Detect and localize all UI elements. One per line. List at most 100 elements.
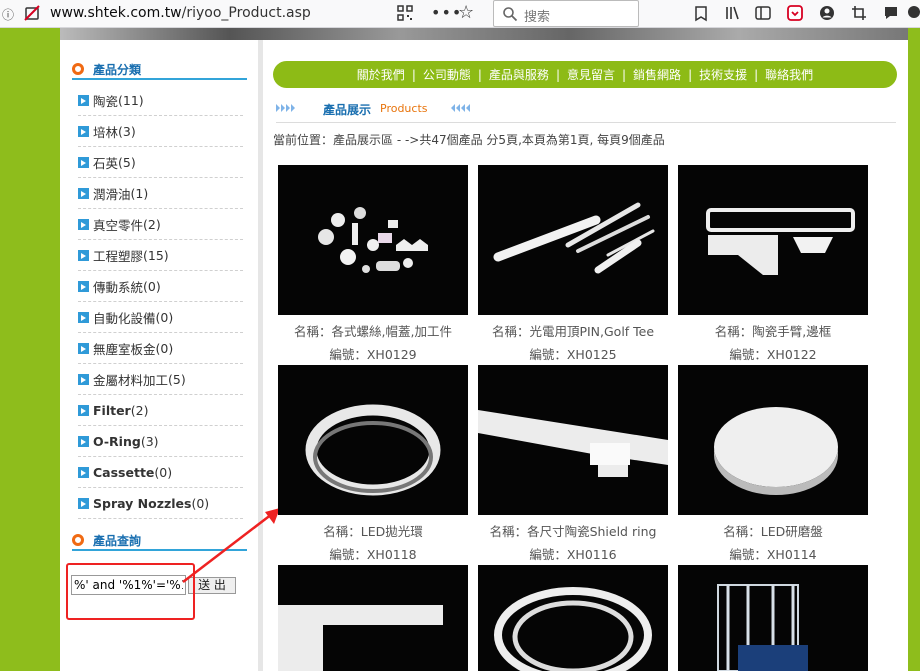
product-name[interactable]: 名稱：LED拋光環 — [278, 521, 468, 540]
category-label[interactable]: 傳動系統 — [93, 277, 143, 296]
category-item[interactable]: 金屬材料加工 (5) — [78, 364, 243, 395]
category-count: (0) — [155, 309, 174, 325]
category-item[interactable]: 自動化設備 (0) — [78, 302, 243, 333]
category-label[interactable]: Cassette — [93, 465, 154, 480]
category-label[interactable]: 潤滑油 — [93, 184, 131, 203]
arrow-bullet-icon — [78, 280, 89, 292]
category-item[interactable]: 傳動系統 (0) — [78, 271, 243, 302]
product-card[interactable]: 名稱：LED拋光環 編號：XH0118 — [278, 365, 468, 563]
product-card[interactable]: 名稱：各式螺絲,帽蓋,加工件 編號：XH0129 — [278, 165, 468, 363]
category-count: (5) — [168, 371, 186, 387]
right-margin — [908, 28, 920, 671]
category-item[interactable]: 陶瓷 (11) — [78, 85, 243, 116]
library-icon[interactable] — [724, 4, 742, 22]
screenshot-crop-icon[interactable] — [850, 4, 868, 22]
nav-about[interactable]: 關於我們 — [357, 66, 405, 83]
product-image[interactable] — [678, 365, 868, 515]
product-card[interactable]: 名稱：光電用頂PIN,Golf Tee 編號：XH0125 — [478, 165, 668, 363]
arrow-bullet-icon — [78, 404, 89, 416]
url-bar[interactable]: www.shtek.com.tw/riyoo_Product.asp — [50, 5, 311, 21]
bookmark-star-icon[interactable]: ☆ — [458, 2, 474, 23]
product-code: 編號：XH0114 — [729, 547, 817, 562]
product-image[interactable] — [278, 565, 468, 671]
category-item[interactable]: 工程塑膠 (15) — [78, 240, 243, 271]
account-icon[interactable] — [818, 4, 836, 22]
category-item[interactable]: 真空零件 (2) — [78, 209, 243, 240]
product-image[interactable] — [478, 365, 668, 515]
pocket-save-icon[interactable] — [692, 4, 710, 22]
product-card[interactable] — [278, 565, 468, 671]
category-label[interactable]: O-Ring — [93, 434, 141, 449]
info-icon[interactable]: ⓘ — [2, 6, 16, 22]
categories-title: 產品分類 — [93, 63, 142, 77]
nav-contact[interactable]: 聯絡我們 — [765, 66, 813, 83]
product-name[interactable]: 名稱：各式螺絲,帽蓋,加工件 — [278, 321, 468, 340]
nav-news[interactable]: 公司動態 — [423, 66, 471, 83]
product-image[interactable] — [678, 565, 868, 671]
category-item[interactable]: O-Ring (3) — [78, 426, 243, 457]
category-count: (5) — [118, 154, 136, 170]
pocket-icon[interactable] — [786, 4, 804, 22]
nav-separator: | — [555, 67, 560, 82]
browser-search-box[interactable]: 搜索 — [493, 0, 639, 27]
product-image[interactable] — [278, 165, 468, 315]
category-label[interactable]: 工程塑膠 — [93, 246, 143, 265]
category-label[interactable]: 石英 — [93, 153, 118, 172]
product-image[interactable] — [478, 565, 668, 671]
category-label[interactable]: 自動化設備 — [93, 308, 156, 327]
grinding-disc-image — [714, 407, 838, 495]
annotation-arrow-icon — [182, 508, 280, 583]
product-code: 編號：XH0125 — [529, 347, 617, 362]
product-name[interactable]: 名稱：光電用頂PIN,Golf Tee — [478, 321, 668, 340]
category-label[interactable]: 真空零件 — [93, 215, 143, 234]
category-item[interactable]: 培林 (3) — [78, 116, 243, 147]
banner-image — [60, 28, 908, 40]
product-name[interactable]: 名稱：LED研磨盤 — [678, 521, 868, 540]
product-card[interactable]: 名稱：各尺寸陶瓷Shield ring 編號：XH0116 — [478, 365, 668, 563]
product-card[interactable] — [678, 565, 868, 671]
arrow-bullet-icon — [78, 342, 89, 354]
product-card[interactable]: 名稱：LED研磨盤 編號：XH0114 — [678, 365, 868, 563]
category-count: (3) — [118, 123, 136, 139]
product-card[interactable] — [478, 565, 668, 671]
polishing-ring-image — [305, 404, 441, 496]
blocked-permission-icon[interactable] — [23, 4, 41, 22]
location-breadcrumb: 當前位置：產品展示區 - ->共47個產品 分5頁,本頁為第1頁, 每頁9個產品 — [273, 133, 665, 147]
product-name[interactable]: 名稱：各尺寸陶瓷Shield ring — [478, 521, 668, 540]
sidebar-icon[interactable] — [754, 4, 772, 22]
category-label[interactable]: 無塵室板金 — [93, 339, 156, 358]
nav-separator: | — [477, 67, 482, 82]
nav-support[interactable]: 技術支援 — [699, 66, 747, 83]
nav-feedback[interactable]: 意見留言 — [567, 66, 615, 83]
product-image[interactable] — [478, 165, 668, 315]
arrow-bullet-icon — [78, 466, 89, 478]
chat-icon[interactable] — [882, 4, 900, 22]
search-placeholder: 搜索 — [524, 10, 551, 25]
category-label[interactable]: 陶瓷 — [93, 91, 118, 110]
category-item[interactable]: Filter (2) — [78, 395, 243, 426]
nav-products[interactable]: 產品與服務 — [489, 66, 549, 83]
nav-separator: | — [754, 67, 759, 82]
category-item[interactable]: Cassette (0) — [78, 457, 243, 488]
overflow-menu-icon[interactable] — [906, 4, 920, 22]
product-code: 編號：XH0129 — [329, 347, 417, 362]
category-label[interactable]: Spray Nozzles — [93, 496, 191, 511]
product-image[interactable] — [678, 165, 868, 315]
product-card[interactable]: 名稱：陶瓷手臂,邊框 編號：XH0122 — [678, 165, 868, 363]
ceramic-pins-image — [493, 202, 655, 274]
main-nav: 關於我們 | 公司動態 | 產品與服務 | 意見留言 | 銷售網路 | 技術支援 | 聯絡我… — [273, 61, 897, 88]
category-label[interactable]: 培林 — [93, 122, 118, 141]
category-item[interactable]: 潤滑油 (1) — [78, 178, 243, 209]
category-label[interactable]: 金屬材料加工 — [93, 370, 168, 389]
product-image[interactable] — [278, 365, 468, 515]
product-name[interactable]: 名稱：陶瓷手臂,邊框 — [678, 321, 868, 340]
category-item[interactable]: 無塵室板金 (0) — [78, 333, 243, 364]
url-path: /riyoo_Product.asp — [181, 5, 311, 21]
qr-code-icon[interactable] — [397, 5, 413, 21]
left-margin — [0, 28, 60, 671]
nav-sales-network[interactable]: 銷售網路 — [633, 66, 681, 83]
shield-ring-image — [478, 410, 668, 477]
arrow-bullet-icon — [78, 218, 89, 230]
category-item[interactable]: 石英 (5) — [78, 147, 243, 178]
category-label[interactable]: Filter — [93, 403, 131, 418]
